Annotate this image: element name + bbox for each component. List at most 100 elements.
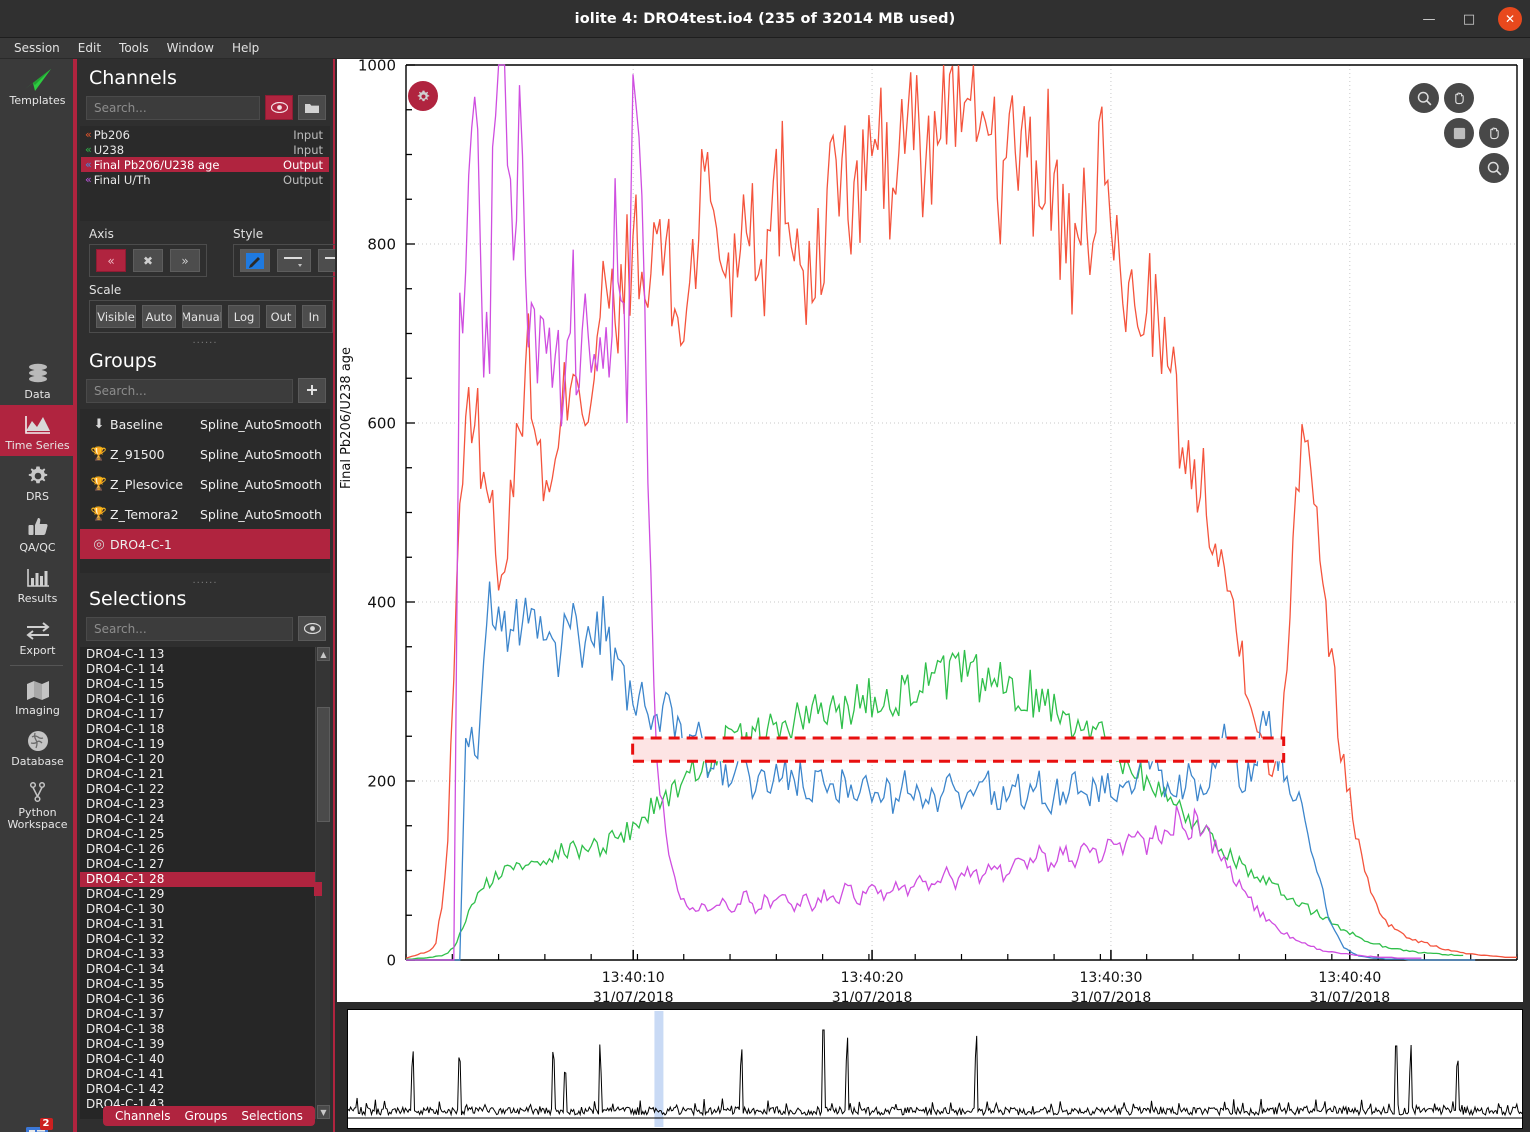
channel-row-final-pb206-u238-age[interactable]: « Final Pb206/U238 age Output — [81, 157, 329, 172]
channels-visibility-eye-icon[interactable] — [265, 95, 293, 120]
groups-search-input[interactable] — [86, 378, 293, 403]
selections-scrollbar[interactable]: ▲ ▼ — [314, 647, 330, 1119]
selection-list-item[interactable]: DRO4-C-1 13 — [80, 647, 330, 662]
scale-out-button[interactable]: Out — [266, 305, 296, 328]
selection-list-item[interactable]: DRO4-C-1 23 — [80, 797, 330, 812]
axis-right-button[interactable]: » — [170, 249, 200, 272]
selection-list-item[interactable]: DRO4-C-1 35 — [80, 977, 330, 992]
plot-settings-button[interactable] — [408, 81, 438, 111]
selection-list-item[interactable]: DRO4-C-1 16 — [80, 692, 330, 707]
tab-channels[interactable]: Channels — [115, 1109, 171, 1123]
scale-auto-button[interactable]: Auto — [142, 305, 176, 328]
minimize-button[interactable]: — — [1418, 8, 1440, 30]
channel-row-pb206[interactable]: « Pb206 Input — [81, 127, 329, 142]
channel-row-final-u-th[interactable]: « Final U/Th Output — [81, 172, 329, 187]
menu-edit[interactable]: Edit — [70, 39, 109, 57]
rail-item-imaging[interactable]: Imaging — [0, 670, 75, 721]
rail-item-messages[interactable]: 2 Messages — [0, 1115, 75, 1132]
zoom-out-button[interactable] — [1479, 153, 1509, 183]
tab-groups[interactable]: Groups — [185, 1109, 228, 1123]
close-button[interactable]: ✕ — [1498, 7, 1522, 31]
selection-list-item[interactable]: DRO4-C-1 38 — [80, 1022, 330, 1037]
channels-folder-icon[interactable] — [298, 95, 326, 120]
selection-list-item[interactable]: DRO4-C-1 33 — [80, 947, 330, 962]
group-row-baseline[interactable]: ⬇ Baseline Spline_AutoSmooth — [80, 409, 330, 439]
time-navigator[interactable] — [347, 1009, 1523, 1129]
rail-item-data[interactable]: Data — [0, 354, 75, 405]
channels-list[interactable]: « Pb206 Input « U238 Input « Final Pb206… — [80, 126, 330, 221]
selection-list-item[interactable]: DRO4-C-1 37 — [80, 1007, 330, 1022]
panel-splitter-handle[interactable]: ...... — [77, 333, 333, 346]
group-row-ztemora2[interactable]: 🏆 Z_Temora2 Spline_AutoSmooth — [80, 499, 330, 529]
selection-list-item[interactable]: DRO4-C-1 24 — [80, 812, 330, 827]
axis-left-button[interactable]: « — [96, 249, 126, 272]
selection-list-item[interactable]: DRO4-C-1 26 — [80, 842, 330, 857]
selection-list-item[interactable]: DRO4-C-1 15 — [80, 677, 330, 692]
panel-splitter-handle-2[interactable]: ...... — [77, 573, 333, 586]
maximize-button[interactable]: □ — [1458, 8, 1480, 30]
channels-search-input[interactable] — [86, 95, 260, 120]
rail-item-qaqc[interactable]: QA/QC — [0, 507, 75, 558]
rail-item-templates[interactable]: Templates — [0, 59, 75, 111]
time-series-chart[interactable]: Final Pb206/U238 age 0 200 400 600 800 1000 13… — [337, 57, 1523, 1006]
selection-list-item[interactable]: DRO4-C-1 28 — [80, 872, 330, 887]
scroll-down-arrow-icon[interactable]: ▼ — [317, 1105, 330, 1119]
rail-item-python-workspace[interactable]: Python Workspace — [0, 772, 75, 835]
rail-item-database[interactable]: Database — [0, 721, 75, 772]
selection-list-item[interactable]: DRO4-C-1 39 — [80, 1037, 330, 1052]
group-row-z91500[interactable]: 🏆 Z_91500 Spline_AutoSmooth — [80, 439, 330, 469]
axis-none-button[interactable]: ✖ — [133, 249, 163, 272]
line-style-dropdown[interactable] — [277, 249, 311, 272]
group-row-dro4-c-1[interactable]: ◎ DRO4-C-1 — [80, 529, 330, 559]
zoom-in-button[interactable] — [1409, 83, 1439, 113]
rail-item-results[interactable]: Results — [0, 558, 75, 609]
pan-hand-button-2[interactable] — [1479, 118, 1509, 148]
channel-row-u238[interactable]: « U238 Input — [81, 142, 329, 157]
color-picker-button[interactable] — [240, 249, 270, 272]
selection-list-item[interactable]: DRO4-C-1 42 — [80, 1082, 330, 1097]
groups-list[interactable]: ⬇ Baseline Spline_AutoSmooth 🏆 Z_91500 S… — [80, 409, 330, 573]
selection-list-item[interactable]: DRO4-C-1 29 — [80, 887, 330, 902]
selection-list-item[interactable]: DRO4-C-1 40 — [80, 1052, 330, 1067]
menu-help[interactable]: Help — [224, 39, 267, 57]
tab-selections[interactable]: Selections — [241, 1109, 303, 1123]
active-selection-region[interactable] — [631, 736, 1286, 763]
scroll-up-arrow-icon[interactable]: ▲ — [317, 647, 330, 661]
rail-item-export[interactable]: Export — [0, 610, 75, 661]
selection-list-item[interactable]: DRO4-C-1 34 — [80, 962, 330, 977]
selection-list-item[interactable]: DRO4-C-1 22 — [80, 782, 330, 797]
scale-log-button[interactable]: Log — [228, 305, 260, 328]
add-group-plus-icon[interactable] — [298, 378, 326, 403]
scale-in-button[interactable]: In — [302, 305, 326, 328]
selection-list-item[interactable]: DRO4-C-1 19 — [80, 737, 330, 752]
selection-list-item[interactable]: DRO4-C-1 31 — [80, 917, 330, 932]
selections-visibility-eye-icon[interactable] — [298, 616, 326, 641]
scrollbar-thumb[interactable] — [317, 707, 330, 822]
selection-list-item[interactable]: DRO4-C-1 27 — [80, 857, 330, 872]
selection-list-item[interactable]: DRO4-C-1 41 — [80, 1067, 330, 1082]
selection-list-item[interactable]: DRO4-C-1 25 — [80, 827, 330, 842]
y-axis-tick-label: 400 — [367, 594, 396, 612]
scale-manual-button[interactable]: Manual — [182, 305, 222, 328]
selection-list-item[interactable]: DRO4-C-1 20 — [80, 752, 330, 767]
selection-list-item[interactable]: DRO4-C-1 18 — [80, 722, 330, 737]
selection-list-item[interactable]: DRO4-C-1 30 — [80, 902, 330, 917]
navigator-canvas[interactable] — [347, 1010, 1523, 1128]
selection-list-item[interactable]: DRO4-C-1 14 — [80, 662, 330, 677]
menu-session[interactable]: Session — [6, 39, 68, 57]
selection-list-item[interactable]: DRO4-C-1 32 — [80, 932, 330, 947]
menu-window[interactable]: Window — [159, 39, 222, 57]
reset-view-button[interactable] — [1444, 118, 1474, 148]
rail-item-time-series[interactable]: Time Series — [0, 405, 75, 457]
selection-list-item[interactable]: DRO4-C-1 21 — [80, 767, 330, 782]
scale-visible-button[interactable]: Visible — [96, 305, 136, 328]
selection-list-item[interactable]: DRO4-C-1 17 — [80, 707, 330, 722]
selections-search-input[interactable] — [86, 616, 293, 641]
group-row-zplesovice[interactable]: 🏆 Z_Plesovice Spline_AutoSmooth — [80, 469, 330, 499]
rail-item-drs[interactable]: DRS — [0, 456, 75, 507]
chart-canvas[interactable]: 0 200 400 600 800 1000 13:40:10 31/07/2018 13:40… — [337, 57, 1523, 1006]
menu-tools[interactable]: Tools — [111, 39, 157, 57]
pan-hand-button[interactable] — [1444, 83, 1474, 113]
selection-list-item[interactable]: DRO4-C-1 36 — [80, 992, 330, 1007]
selections-list[interactable]: DRO4-C-1 13 DRO4-C-1 14 DRO4-C-1 15 DRO4-C-… — [80, 647, 330, 1119]
